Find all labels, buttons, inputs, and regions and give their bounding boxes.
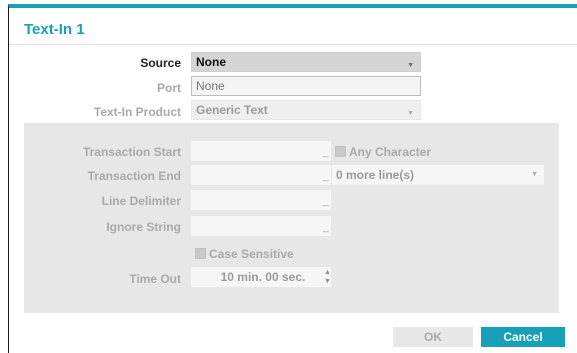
line-delimiter-input[interactable] [191,190,331,210]
chevron-down-icon: ▼ [531,171,538,178]
time-out-input[interactable]: 10 min. 00 sec. [191,267,331,287]
ok-button[interactable]: OK [393,327,473,347]
transaction-start-input[interactable] [191,141,331,161]
ignore-string-input[interactable] [191,216,331,236]
any-character-checkbox[interactable] [335,146,346,157]
dialog-title: Text-In 1 [24,21,85,38]
product-value: Generic Text [196,103,268,117]
spin-down-icon[interactable]: ▼ [324,278,331,285]
case-sensitive-label: Case Sensitive [209,247,294,261]
port-input[interactable] [191,76,421,96]
cancel-button[interactable]: Cancel [481,327,565,347]
title-divider [9,44,577,45]
time-out-label: Time Out [129,272,181,286]
source-value: None [196,55,226,69]
transaction-end-label: Transaction End [87,169,181,183]
chevron-down-icon: ▼ [407,62,414,69]
source-select[interactable]: None ▼ [191,52,421,72]
text-in-dialog: Text-In 1 Source None ▼ Port Text-In Pro… [8,4,577,353]
case-sensitive-checkbox[interactable] [195,248,206,259]
line-delimiter-label: Line Delimiter [101,194,181,208]
spin-up-icon[interactable]: ▲ [324,269,331,276]
product-label: Text-In Product [93,105,181,119]
text-settings-panel: Transaction Start _ Any Character Transa… [24,123,559,313]
underscore-mark: _ [323,196,329,207]
underscore-mark: _ [323,222,329,233]
transaction-start-label: Transaction Start [82,145,181,159]
source-label: Source [140,56,181,70]
more-lines-select[interactable]: 0 more line(s) ▼ [332,165,544,185]
chevron-down-icon: ▼ [407,110,414,117]
underscore-mark: _ [323,171,329,182]
underscore-mark: _ [323,147,329,158]
transaction-end-input[interactable] [191,165,331,185]
any-character-label: Any Character [349,145,432,159]
more-lines-value: 0 more line(s) [336,168,415,182]
port-label: Port [157,81,181,95]
ignore-string-label: Ignore String [106,220,181,234]
product-select[interactable]: Generic Text ▼ [191,100,421,120]
